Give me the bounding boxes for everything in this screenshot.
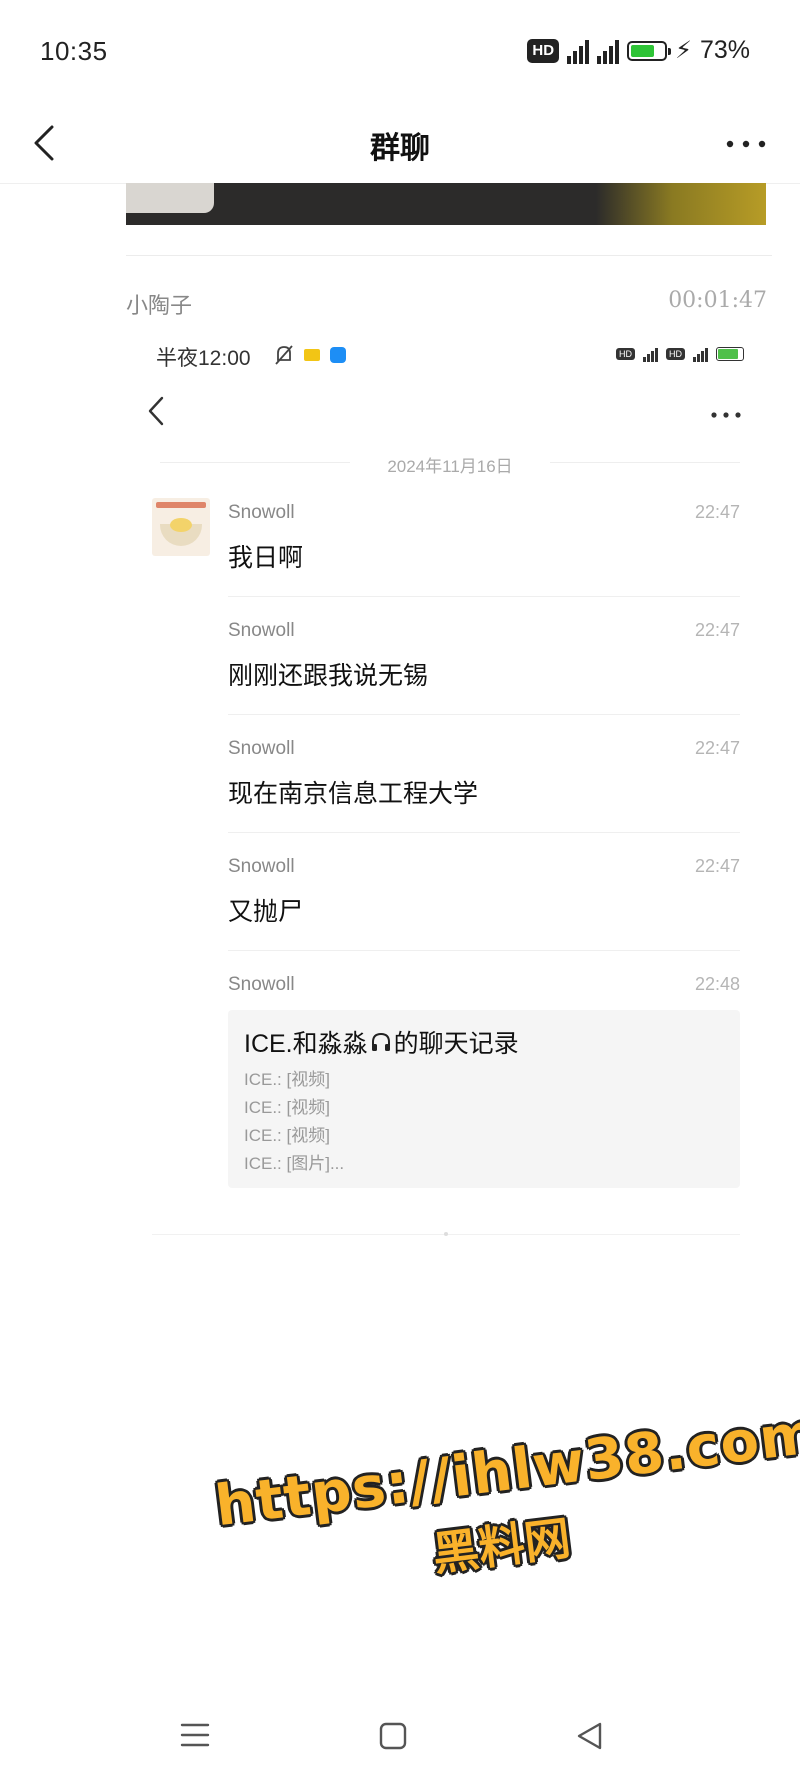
chat-record-title: ICE.和淼淼 的聊天记录 [244, 1024, 519, 1060]
signal-5g-icon-2 [597, 38, 620, 64]
chat-record-line: ICE.: [视频] [244, 1126, 330, 1145]
message-text: 我日啊 [228, 544, 304, 572]
message-sender: Snowoll [228, 974, 295, 995]
bell-off-icon [275, 345, 293, 365]
message-time: 22:48 [694, 974, 740, 994]
message-time: 00:01:47 [668, 288, 767, 313]
chevron-left-icon [148, 396, 164, 426]
date-label: 2024年11月16日 [387, 457, 513, 476]
app-notification-icon [304, 349, 320, 361]
scroll-dot [444, 1232, 448, 1236]
inner-status-left-icons [274, 344, 346, 366]
hd-icon: HD [527, 38, 560, 63]
inner-status-time: 半夜12:00 [156, 347, 251, 370]
battery-icon [716, 347, 744, 361]
divider [228, 832, 740, 833]
more-horizontal-icon [711, 412, 741, 418]
battery-icon [627, 40, 672, 61]
message-sender: Snowoll [228, 738, 295, 759]
headphones-icon [371, 1032, 390, 1051]
message-time: 22:47 [694, 502, 740, 522]
message-text: 又抛尸 [228, 898, 304, 926]
message-sender: 小陶子 [126, 294, 193, 319]
status-time: 10:35 [40, 36, 108, 66]
signal-5g-icon [567, 38, 590, 64]
app-notification-icon-2 [330, 347, 346, 363]
message-sender: Snowoll [228, 502, 295, 523]
divider [228, 950, 740, 951]
message-time: 22:47 [694, 620, 740, 640]
watermark-name: 黑料网 [429, 1511, 574, 1581]
chat-record-line: ICE.: [图片]... [244, 1154, 345, 1173]
screenshot-image[interactable]: 半夜12:00 HD HD 2024年11月16日 Snowoll 22:47 … [140, 330, 760, 1250]
date-separator: 2024年11月16日 [140, 448, 760, 476]
page-title: 群聊 [370, 131, 430, 166]
hd-icon: HD [616, 348, 635, 360]
chat-record-title-suffix: 的聊天记录 [393, 1030, 519, 1058]
message-sender: Snowoll [228, 856, 295, 877]
divider [228, 596, 740, 597]
message-time: 22:47 [694, 738, 740, 758]
divider [126, 255, 772, 256]
message-item: Snowoll 22:47 现在南京信息工程大学 [228, 738, 740, 818]
chat-record-line: ICE.: [视频] [244, 1070, 330, 1089]
message-item: Snowoll 22:48 [228, 974, 740, 1004]
message-item: Snowoll 22:47 刚刚还跟我说无锡 [228, 620, 740, 700]
top-nav-bar: 群聊 [0, 105, 800, 184]
watermark: https://ihlw38.com 黑料网 [212, 1401, 800, 1644]
hd-icon-2: HD [666, 348, 685, 360]
system-nav-bar [0, 1700, 800, 1770]
chat-record-line: ICE.: [视频] [244, 1098, 330, 1117]
message-sender: Snowoll [228, 620, 295, 641]
divider [228, 714, 740, 715]
message-text: 现在南京信息工程大学 [228, 780, 479, 808]
inner-status-bar: 半夜12:00 HD HD [156, 342, 760, 378]
avatar [152, 498, 210, 556]
chat-record-card: ICE.和淼淼 的聊天记录 ICE.: [视频] ICE.: [视频] ICE.… [228, 1010, 740, 1188]
inner-status-right-icons: HD HD [616, 346, 744, 362]
more-horizontal-icon[interactable] [724, 131, 768, 157]
message-text: 刚刚还跟我说无锡 [228, 662, 429, 690]
signal-icon [643, 346, 658, 362]
chat-record-title-prefix: ICE.和淼淼 [244, 1030, 368, 1058]
message-item: Snowoll 22:47 我日啊 [228, 502, 740, 582]
home-square-icon[interactable] [377, 1720, 409, 1752]
signal-icon-2 [693, 346, 708, 362]
back-triangle-icon[interactable] [574, 1720, 606, 1752]
menu-icon[interactable] [178, 1720, 212, 1750]
chat-record-preview: ICE.: [视频] ICE.: [视频] ICE.: [视频] ICE.: [… [244, 1066, 344, 1178]
message-item: Snowoll 22:47 又抛尸 [228, 856, 740, 936]
battery-percent: 73% [699, 36, 750, 64]
message-time: 22:47 [694, 856, 740, 876]
status-bar: 10:35 HD ⚡ 73% [0, 0, 800, 105]
status-icons: HD ⚡ 73% [527, 36, 750, 65]
charging-icon: ⚡ [675, 37, 692, 64]
previous-image-message[interactable] [126, 183, 766, 225]
